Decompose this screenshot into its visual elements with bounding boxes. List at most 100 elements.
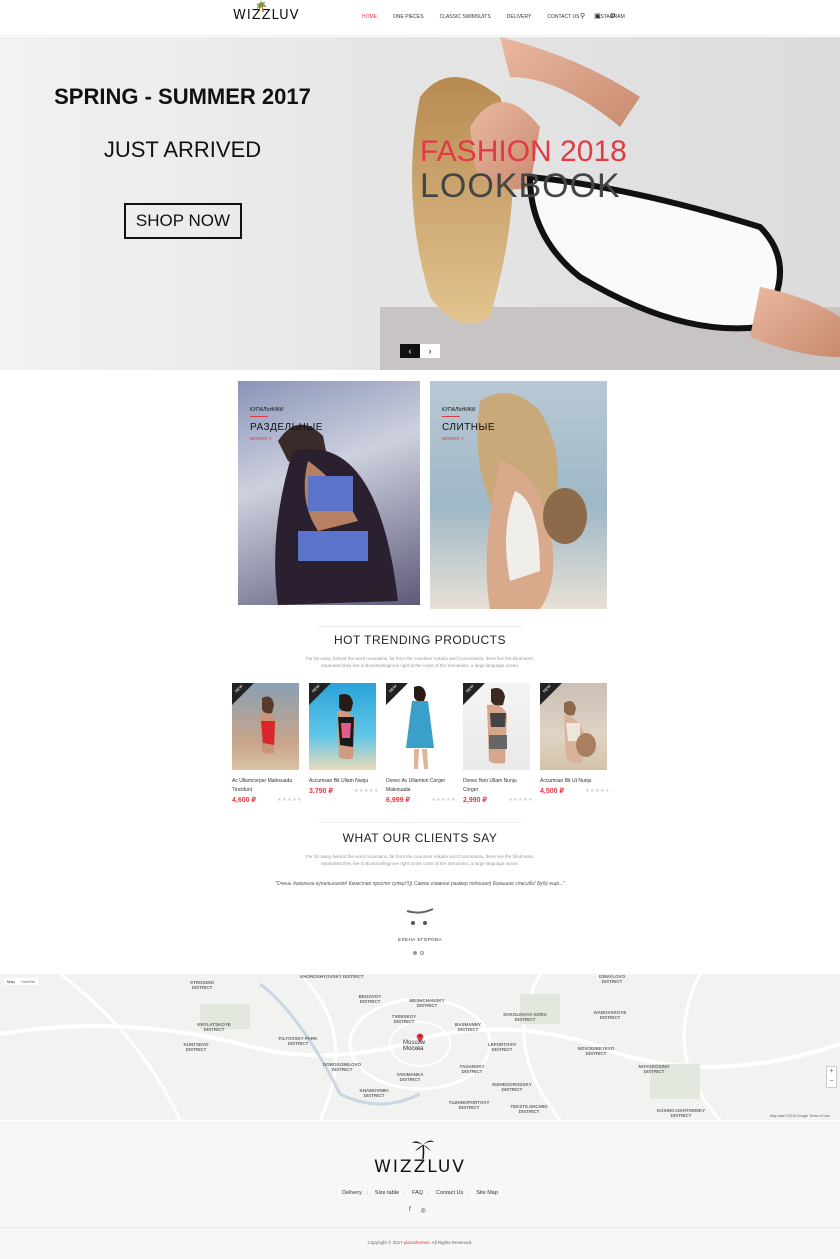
product-image[interactable]: NEW [309,683,376,770]
product-name[interactable]: Accumsan Bit Ut Nunju [540,777,610,786]
product-name[interactable]: Donec Ac Ullamton Corger Malesuada [386,777,456,795]
logo[interactable]: 🌴 WIZZLUV [233,2,300,23]
hero-overlay-title: FASHION 2018 [420,135,627,168]
product-image[interactable]: NEW [386,683,453,770]
product-card[interactable]: NEW Ac Ullamcorper Malesuada Tincidunt 4… [232,683,302,804]
site-footer: WIZZLUV Delivery | Size table | FAQ | Conta… [0,1121,840,1259]
category-banner-one-piece[interactable]: КУПАЛЬНИКИ СЛИТНЫЕ каталог > [430,381,607,609]
nav-one-pieces[interactable]: ONE PIECES [393,14,424,20]
map-district-label: TVERSKOY DISTRICT [391,1014,417,1024]
product-card[interactable]: NEW Accumsan Bit Ut Nunju 4,500 ₽ ★★★★★ [540,683,610,795]
product-image[interactable]: NEW [232,683,299,770]
site-header: 🌴 WIZZLUV HOME ONE PIECES CLASSIC SWIMSU… [0,0,840,36]
category-catalog-link[interactable]: каталог > [442,436,464,442]
map-city-label: Moscow Москва [403,1040,426,1052]
slider-next-button[interactable]: › [420,344,440,358]
hero-slider: SPRING - SUMMER 2017 JUST ARRIVED SHOP N… [0,37,840,370]
testimonial-quote: "Очень довольна купальником! Качество пр… [275,881,565,887]
rating-stars: ★★★★★ [354,788,379,794]
search-icon[interactable]: ⚲ [580,12,585,20]
map-district-label: KRYLATSKOYE DISTRICT [197,1022,231,1032]
product-price: 4,600 ₽ [232,797,256,804]
slider-controls: ‹ › [400,344,440,358]
product-name[interactable]: Ac Ullamcorper Malesuada Tincidunt [232,777,302,795]
category-small-label: КУПАЛЬНИКИ [442,407,476,413]
map-district-label: SOKOLINAYA GORA DISTRICT [503,1012,547,1022]
facebook-icon[interactable]: f [409,1207,411,1214]
map-district-label: YAKIMANKA DISTRICT [396,1072,424,1082]
map-district-label: DOROGOMILOVO DISTRICT [322,1062,362,1072]
zoom-out-icon[interactable]: − [829,1078,833,1085]
clients-text: Far far away, behind the word mountains,… [305,854,535,866]
map-district-label: BEGOVOY DISTRICT [358,994,382,1004]
product-name[interactable]: Donec Non Ullam Nunju Corger [463,777,533,795]
product-card[interactable]: NEW Donec Ac Ullamton Corger Malesuada 6… [386,683,456,804]
copyright: Copyright © 2017 plazathemes. All Rights… [367,1240,473,1245]
map-district-label: KHOROSHYOVSKY DISTRICT [300,974,364,979]
zoom-in-icon[interactable]: + [829,1068,833,1075]
section-divider [318,626,522,627]
cart-icon[interactable]: ▣ [594,12,601,20]
pagination-dot[interactable] [413,951,417,955]
pagination-dot[interactable] [420,951,424,955]
map-district-label: NIZHEGORODSKY DISTRICT [492,1082,532,1092]
map-district-label: LEFORTOVO DISTRICT [488,1042,516,1052]
category-catalog-link[interactable]: каталог > [250,436,272,442]
hero-overlay-sub: LOOKBOOK [420,167,621,205]
hero-subtitle: JUST ARRIVED [103,137,262,162]
footer-link-site-map[interactable]: Site Map [476,1190,498,1196]
trending-text: Far far away, behind the word mountains,… [305,656,535,668]
palm-icon [412,1140,434,1159]
product-image[interactable]: NEW [463,683,530,770]
map-type-map-button[interactable]: Map [4,978,18,985]
map-type-satellite-button[interactable]: Satellite [18,978,39,985]
footer-divider [0,1227,840,1228]
footer-link-delivery[interactable]: Delivery [342,1190,362,1196]
palm-icon: 🌴 [255,2,269,13]
map-district-label: IZMAYLOVO DISTRICT [598,974,626,984]
map-district-label: MESHCHANSKY DISTRICT [409,998,445,1008]
product-card[interactable]: NEW Donec Non Ullam Nunju Corger 2,990 ₽… [463,683,533,804]
nav-delivery[interactable]: DELIVERY [507,14,532,20]
rating-stars: ★★★★★ [277,797,302,803]
map-district-label: TAGANSKY DISTRICT [459,1064,485,1074]
footer-link-faq[interactable]: FAQ [412,1190,423,1196]
nav-home[interactable]: HOME [362,14,377,20]
map-district-label: KUNTSEVO DISTRICT [183,1042,209,1052]
map-district-label: NOVOGIREYEVO DISTRICT [577,1046,615,1056]
footer-link-size-table[interactable]: Size table [375,1190,399,1196]
testimonial-pagination [413,951,424,955]
map-attribution: Map data ©2018 Google Terms of Use [770,1114,830,1118]
nav-contact-us[interactable]: CONTACT US [547,14,579,20]
slider-prev-button[interactable]: ‹ [400,344,420,358]
footer-link-contact-us[interactable]: Contact Us [436,1190,463,1196]
category-banner-separate[interactable]: КУПАЛЬНИКИ РАЗДЕЛЬНЫЕ каталог > [238,381,420,605]
map-district-label: YUZHNOPORTOVY DISTRICT [448,1100,490,1110]
map-district-label: FILYOVSKY PARK DISTRICT [278,1036,318,1046]
settings-icon[interactable]: ⚙ [610,12,616,20]
product-name[interactable]: Accumsan Bit Ullam Nunju [309,777,379,786]
map-district-label: KOSINO-UKHTOMSKY DISTRICT [656,1108,706,1118]
category-small-label: КУПАЛЬНИКИ [250,407,284,413]
map-district-label: IVANOVSKOYE DISTRICT [593,1010,627,1020]
shop-now-button[interactable]: SHOP NOW [124,203,242,239]
rating-stars: ★★★★★ [508,797,533,803]
map-zoom-control[interactable]: + − [826,1066,837,1088]
section-divider [318,822,522,823]
trending-title: HOT TRENDING PRODUCTS [333,633,507,647]
instagram-icon[interactable]: ◎ [421,1207,426,1214]
map-district-label: TEKSTILSHCHIKI DISTRICT [510,1104,548,1114]
footer-logo[interactable]: WIZZLUV [0,1157,840,1177]
category-title: РАЗДЕЛЬНЫЕ [250,422,323,433]
map-district-label: KHAMOVNIKI DISTRICT [359,1088,389,1098]
copyright-brand-link[interactable]: plazathemes [404,1240,430,1245]
location-map[interactable]: Map Satellite KHOROSHYOVSKY DISTRICT STR… [0,974,840,1120]
rating-stars: ★★★★★ [585,788,610,794]
nav-classic-swimsuits[interactable]: CLASSIC SWIMSUITS [440,14,491,20]
product-image[interactable]: NEW [540,683,607,770]
category-divider [250,416,268,417]
product-price: 6,999 ₽ [386,797,410,804]
product-price: 4,500 ₽ [540,788,564,795]
map-district-label: NOVOKOSINO DISTRICT [638,1064,670,1074]
product-card[interactable]: NEW Accumsan Bit Ullam Nunju 3,790 ₽ ★★★★… [309,683,379,795]
